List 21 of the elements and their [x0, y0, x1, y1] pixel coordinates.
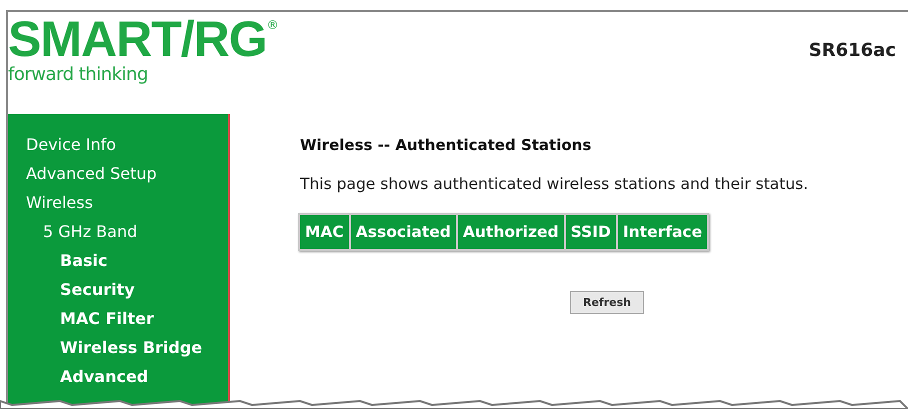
tagline: forward thinking: [8, 64, 149, 85]
sidebar-item[interactable]: Device Info: [26, 130, 228, 159]
sidebar-item[interactable]: Wireless: [26, 188, 228, 217]
refresh-button[interactable]: Refresh: [570, 291, 644, 314]
column-header: SSID: [566, 215, 616, 249]
sidebar-item[interactable]: MAC Filter: [26, 304, 228, 333]
logo: SMART/RG: [8, 16, 267, 62]
sidebar-item[interactable]: Wireless Bridge: [26, 333, 228, 362]
model-name: SR616ac: [808, 40, 896, 61]
registered-mark: ®: [266, 18, 279, 32]
sidebar-item[interactable]: Advanced Setup: [26, 159, 228, 188]
column-header: Associated: [350, 215, 456, 249]
page-title: Wireless -- Authenticated Stations: [300, 136, 592, 154]
column-header: Authorized: [458, 215, 564, 249]
column-header: MAC: [300, 215, 349, 249]
sidebar-item[interactable]: Advanced: [26, 362, 228, 391]
sidebar-item[interactable]: 5 GHz Band: [26, 217, 228, 246]
sidebar-item[interactable]: Basic: [26, 246, 228, 275]
sidebar-item[interactable]: Security: [26, 275, 228, 304]
column-header: Interface: [618, 215, 708, 249]
page-description: This page shows authenticated wireless stations and their status.: [300, 175, 810, 193]
